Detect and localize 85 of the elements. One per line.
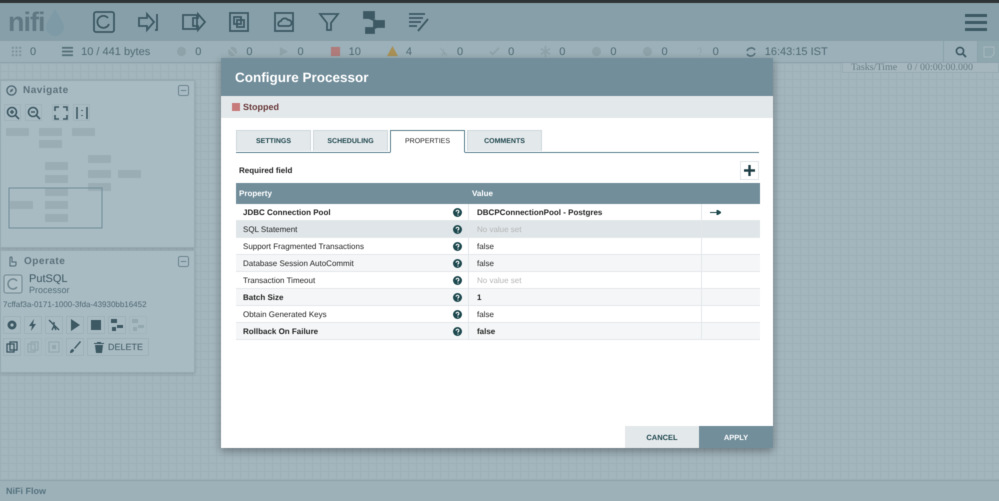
grid-icon	[11, 46, 22, 57]
status-count: 4	[406, 46, 412, 58]
property-name: SQL Statement	[243, 224, 298, 234]
property-name: Transaction Timeout	[243, 276, 316, 284]
help-icon[interactable]	[453, 208, 462, 216]
compass-icon	[6, 85, 17, 96]
refresh-icon[interactable]	[744, 46, 757, 58]
check-icon	[489, 46, 500, 57]
help-icon[interactable]	[453, 258, 462, 268]
property-value[interactable]: false	[477, 326, 496, 336]
status-count: 0	[195, 46, 202, 58]
go-to-arrow-icon[interactable]	[710, 210, 721, 214]
help-icon[interactable]	[453, 292, 462, 302]
zoom-in-icon[interactable]	[4, 104, 21, 121]
help-icon[interactable]	[453, 242, 462, 250]
property-value[interactable]: 1	[477, 292, 482, 302]
status-count: 0	[661, 46, 668, 58]
component-type: Processor	[29, 285, 70, 295]
asterisk-icon	[540, 46, 552, 57]
zoom-out-icon[interactable]	[25, 104, 42, 121]
status-count: 0	[30, 46, 36, 58]
property-name: Batch Size	[243, 292, 284, 302]
required-field-label: Required field	[239, 166, 292, 175]
play-icon[interactable]	[66, 316, 84, 334]
not-transmit-icon	[227, 46, 238, 57]
property-name: Rollback On Failure	[243, 326, 318, 336]
stop-icon[interactable]	[87, 316, 105, 334]
property-value[interactable]: false	[477, 310, 494, 318]
column-header: Value	[471, 189, 494, 198]
panel-title: Navigate	[23, 85, 69, 96]
stop-icon	[330, 46, 341, 57]
property-name: Obtain Generated Keys	[243, 310, 327, 318]
table-row[interactable]: JDBC Connection Pool DBCPConnectionPool - Postgres	[236, 204, 760, 221]
table-row[interactable]: Batch Size 1	[236, 289, 760, 306]
actual-icon[interactable]	[73, 104, 90, 121]
status-count: 0	[559, 46, 566, 58]
help-icon[interactable]	[453, 224, 462, 234]
brush-icon[interactable]	[66, 338, 84, 356]
canvas-text: 0 / 00:00:00.000	[907, 63, 974, 72]
panel-title: Operate	[24, 256, 66, 266]
disabled-icon	[438, 46, 449, 57]
collapse-icon[interactable]	[178, 85, 189, 96]
status-count: 0	[508, 46, 514, 58]
dialog-title: Configure Processor	[235, 70, 369, 84]
table-row[interactable]: Database Session AutoCommit false	[236, 255, 760, 272]
property-name: Database Session AutoCommit	[243, 258, 354, 268]
status-count: 10 / 441 bytes	[81, 46, 150, 58]
refresh-time: 16:43:15 IST	[764, 46, 828, 58]
status-count: 0	[610, 46, 616, 58]
canvas-text: Tasks/Time	[851, 63, 898, 72]
help-icon[interactable]	[453, 276, 462, 284]
table-row[interactable]: Rollback On Failure false	[236, 323, 760, 340]
trash-icon	[93, 341, 105, 353]
component-id: 7cffaf3a-0171-1000-3fda-43930bb16452	[2, 299, 148, 311]
table-row[interactable]: Support Fragmented Transactions false	[236, 238, 760, 255]
processor-icon	[3, 274, 23, 294]
status-count: 0	[297, 46, 304, 58]
status-count: 10	[348, 46, 361, 58]
column-header: Property	[238, 189, 273, 198]
status-count: 0	[246, 46, 252, 58]
status-count: 0	[456, 46, 464, 58]
property-name: Support Fragmented Transactions	[243, 242, 364, 250]
component-name: PutSQL	[29, 273, 69, 285]
copy-icon[interactable]	[3, 338, 21, 356]
property-value[interactable]: DBCPConnectionPool - Postgres	[477, 208, 602, 216]
property-value[interactable]: false	[477, 258, 494, 268]
table-row[interactable]: Transaction Timeout No value set	[236, 272, 760, 289]
status-count: 0	[712, 46, 719, 58]
run-state: Stopped	[243, 102, 279, 112]
help-icon[interactable]	[453, 310, 462, 318]
template-icon[interactable]	[108, 316, 126, 334]
add-property-icon[interactable]	[740, 161, 759, 180]
menu-icon[interactable]	[965, 13, 987, 31]
gear-icon[interactable]	[3, 316, 21, 334]
table-row[interactable]: Obtain Generated Keys false	[236, 306, 760, 323]
property-name: JDBC Connection Pool	[243, 208, 331, 216]
delete-button[interactable]: DELETE	[87, 338, 150, 356]
list-icon	[62, 46, 74, 57]
help-icon[interactable]	[453, 326, 462, 336]
collapse-icon[interactable]	[178, 256, 189, 266]
property-value[interactable]: false	[477, 242, 494, 250]
bolt-icon[interactable]	[24, 316, 42, 334]
stopped-icon	[232, 103, 240, 111]
disable-icon[interactable]	[45, 316, 63, 334]
fit-icon[interactable]	[52, 104, 69, 121]
